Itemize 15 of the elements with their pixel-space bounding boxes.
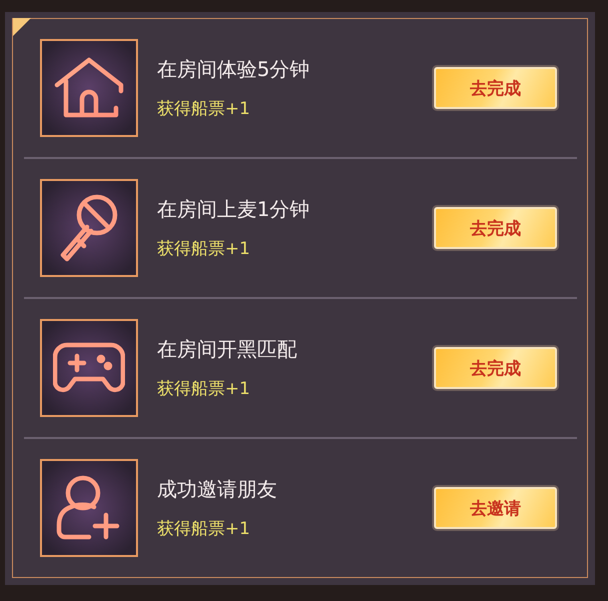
reward-text: 获得船票+1 [157,378,252,400]
go-button[interactable]: 去完成 [434,347,557,389]
gamepad-icon [53,341,125,395]
reward-text: 获得船票+1 [157,238,252,260]
task-title: 成功邀请朋友 [157,476,278,503]
add-user-icon [56,475,122,541]
task-title: 在房间体验5分钟 [157,56,311,83]
reward-text: 获得船票+1 [157,518,252,540]
task-title: 在房间上麦1分钟 [157,196,311,223]
go-button[interactable]: 去完成 [434,67,557,109]
house-icon [54,57,124,119]
go-button[interactable]: 去完成 [434,207,557,249]
reward-text: 获得船票+1 [157,98,252,120]
go-button[interactable]: 去邀请 [434,487,557,529]
task-title: 在房间开黑匹配 [157,336,298,363]
